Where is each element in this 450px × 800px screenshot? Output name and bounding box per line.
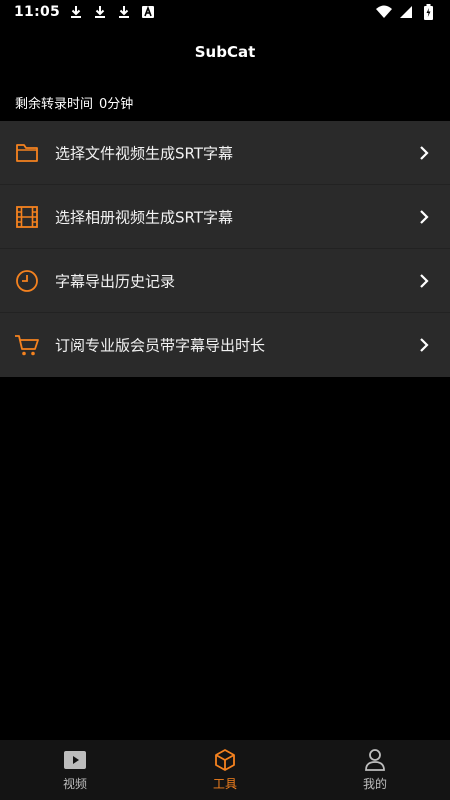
status-time: 11:05 — [14, 4, 61, 20]
app-bar: SubCat — [0, 24, 450, 80]
remaining-time-value: 0分钟 — [99, 96, 134, 112]
menu-item-label: 选择文件视频生成SRT字幕 — [55, 144, 234, 162]
remaining-time-label: 剩余转录时间 — [15, 96, 94, 112]
nav-tab-tools[interactable]: 工具 — [150, 740, 300, 800]
chevron-right-icon — [418, 145, 430, 161]
clock-icon — [14, 268, 40, 294]
cart-icon — [14, 332, 40, 358]
menu-item-file-video[interactable]: 选择文件视频生成SRT字幕 — [0, 121, 450, 185]
chevron-right-icon — [418, 209, 430, 225]
film-icon — [14, 204, 40, 230]
nav-tab-label: 视频 — [62, 777, 87, 791]
status-left: 11:05 — [14, 4, 156, 20]
chevron-right-icon — [418, 337, 430, 353]
menu-item-label: 订阅专业版会员带字幕导出时长 — [55, 336, 266, 355]
download-icon — [68, 4, 84, 20]
download-icon — [92, 4, 108, 20]
menu-item-album-video[interactable]: 选择相册视频生成SRT字幕 — [0, 185, 450, 249]
menu-item-export-history[interactable]: 字幕导出历史记录 — [0, 249, 450, 313]
menu-item-label: 选择相册视频生成SRT字幕 — [55, 208, 234, 226]
nav-tab-label: 工具 — [212, 777, 237, 791]
nav-tab-label: 我的 — [362, 777, 387, 791]
status-right — [376, 4, 436, 20]
chevron-right-icon — [418, 273, 430, 289]
folder-icon — [14, 140, 40, 166]
page-title: SubCat — [194, 43, 256, 61]
nav-tab-video[interactable]: 视频 — [0, 740, 150, 800]
user-icon — [363, 748, 387, 772]
box-icon — [213, 748, 237, 772]
signal-icon — [398, 4, 414, 20]
nav-tab-mine[interactable]: 我的 — [300, 740, 450, 800]
menu-item-label: 字幕导出历史记录 — [55, 272, 176, 290]
tool-menu: 选择文件视频生成SRT字幕 选择相册视频生成SRT字幕 字幕导出历史记录 订阅专… — [0, 121, 450, 377]
android-a-icon — [140, 4, 156, 20]
status-bar: 11:05 — [0, 0, 450, 24]
remaining-time: 剩余转录时间 0分钟 — [15, 92, 133, 112]
bottom-nav: 视频 工具 我的 — [0, 740, 450, 800]
battery-icon — [420, 4, 436, 20]
play-icon — [63, 748, 87, 772]
menu-item-subscribe-pro[interactable]: 订阅专业版会员带字幕导出时长 — [0, 313, 450, 377]
wifi-icon — [376, 4, 392, 20]
download-icon — [116, 4, 132, 20]
